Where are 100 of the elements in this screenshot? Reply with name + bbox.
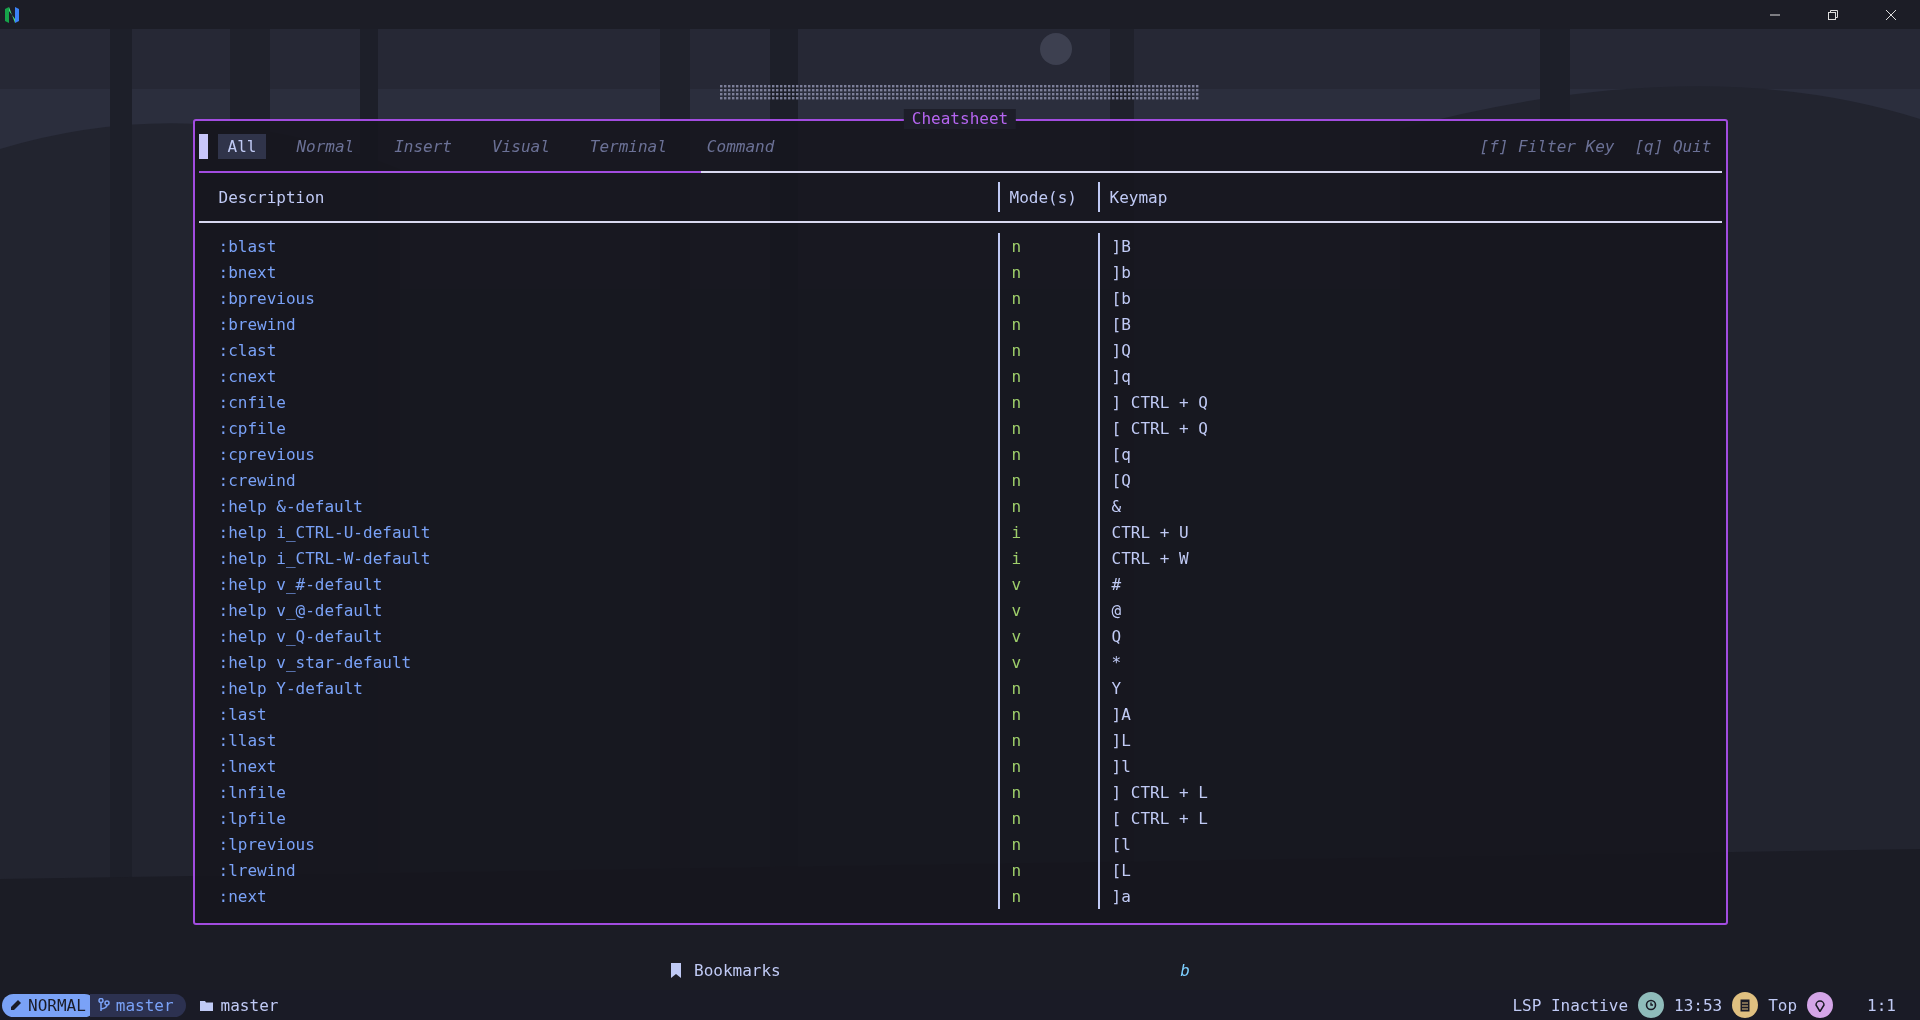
description-cell-text: :help v_star-default <box>217 651 413 674</box>
keymap-cell: [Q <box>1097 467 1722 493</box>
scroll-position: Top <box>1768 995 1798 1015</box>
keymap-cell: # <box>1097 571 1722 597</box>
mode-tab[interactable]: Insert <box>384 133 462 159</box>
description-cell-text: :cnext <box>217 365 278 388</box>
description-cell-text: :cprevious <box>217 443 316 466</box>
app-logo-icon <box>4 5 20 24</box>
git-branch-icon <box>97 998 110 1012</box>
keymap-cell: ]b <box>1097 259 1722 285</box>
description-cell-text: :help &-default <box>217 495 364 518</box>
mode-cell: n <box>997 779 1098 805</box>
description-cell-text: :brewind <box>217 313 297 336</box>
mode-tab[interactable]: Command <box>696 133 785 159</box>
description-cell-text: :lnext <box>217 755 278 778</box>
mode-cell: n <box>997 831 1098 857</box>
description-cell-text: :lrewind <box>217 859 297 882</box>
mode-cell: v <box>997 649 1098 675</box>
mode-tab[interactable]: Visual <box>482 133 560 159</box>
keymap-cell: ]l <box>1097 753 1722 779</box>
mode-tab[interactable]: Terminal <box>579 133 677 159</box>
description-cell-text: :blast <box>217 235 278 258</box>
keymap-cell: [ CTRL + Q <box>1097 415 1722 441</box>
mode-cell: n <box>997 805 1098 831</box>
key-hint: [q] Quit <box>1634 136 1712 156</box>
description-cell-text: :bprevious <box>217 287 316 310</box>
mode-cell: n <box>997 493 1098 519</box>
keymap-cell: Q <box>1097 623 1722 649</box>
mode-cell: n <box>997 727 1098 753</box>
keymap-cell: CTRL + U <box>1097 519 1722 545</box>
description-cell-text: :help i_CTRL-U-default <box>217 521 432 544</box>
git-branch: master <box>89 993 186 1017</box>
keymap-cell: ]L <box>1097 727 1722 753</box>
description-cell-text: :llast <box>217 729 278 752</box>
mode-tab[interactable]: Normal <box>286 133 365 159</box>
column-header: Description <box>217 186 326 209</box>
mode-cell: n <box>997 441 1098 467</box>
mode-cell: v <box>997 571 1098 597</box>
mode-cell: n <box>997 415 1098 441</box>
keymap-cell: [q <box>1097 441 1722 467</box>
mode-cell: n <box>997 363 1098 389</box>
mode-cell: n <box>997 233 1098 259</box>
mode-cell: n <box>997 675 1098 701</box>
mode-cell: n <box>997 883 1098 909</box>
mode-cell: n <box>997 467 1098 493</box>
keymap-cell: ]B <box>1097 233 1722 259</box>
keymap-cell: * <box>1097 649 1722 675</box>
key-hint: [f] Filter Key <box>1479 136 1615 156</box>
clock-time: 13:53 <box>1674 995 1723 1015</box>
description-cell-text: :clast <box>217 339 278 362</box>
mode-cell: i <box>997 519 1098 545</box>
mode-cell: n <box>997 337 1098 363</box>
keymap-cell: ]q <box>1097 363 1722 389</box>
keymap-cell: ]Q <box>1097 337 1722 363</box>
keymap-cell: [l <box>1097 831 1722 857</box>
keymap-cell: [L <box>1097 857 1722 883</box>
description-cell-text: :lpfile <box>217 807 287 830</box>
bookmark-icon <box>670 962 682 978</box>
description-cell-text: :cnfile <box>217 391 287 414</box>
mode-cell: v <box>997 597 1098 623</box>
mode-cell: n <box>997 701 1098 727</box>
directory-name: master <box>220 995 279 1015</box>
dashboard-item[interactable]: Bookmarks <box>694 960 781 980</box>
lsp-status: LSP Inactive <box>1512 995 1628 1015</box>
keymap-cell: @ <box>1097 597 1722 623</box>
description-cell-text: :help Y-default <box>217 677 364 700</box>
cursor <box>198 133 208 159</box>
mode-cell: v <box>997 623 1098 649</box>
keymap-cell: ]a <box>1097 883 1722 909</box>
keymap-cell: ] CTRL + Q <box>1097 389 1722 415</box>
folder-icon <box>199 999 213 1011</box>
mode-cell: i <box>997 545 1098 571</box>
description-cell-text: :help v_@-default <box>217 599 384 622</box>
description-cell-text: :help v_#-default <box>217 573 384 596</box>
keymap-cell: ] CTRL + L <box>1097 779 1722 805</box>
keymap-cell: [B <box>1097 311 1722 337</box>
mode-cell: n <box>997 285 1098 311</box>
restore-icon <box>1827 8 1839 21</box>
keymap-cell: ]A <box>1097 701 1722 727</box>
keymap-cell: & <box>1097 493 1722 519</box>
column-header: Keymap <box>1097 182 1722 212</box>
mode-cell: n <box>997 857 1098 883</box>
description-cell-text: :bnext <box>217 261 278 284</box>
mode-cell: n <box>997 389 1098 415</box>
description-cell-text: :crewind <box>217 469 297 492</box>
keymap-cell: Y <box>1097 675 1722 701</box>
description-cell-text: :next <box>217 885 268 908</box>
keymap-cell: [b <box>1097 285 1722 311</box>
keymap-cell: CTRL + W <box>1097 545 1722 571</box>
mode-tab[interactable]: All <box>217 133 267 159</box>
description-cell-text: :lnfile <box>217 781 287 804</box>
description-cell-text: :help i_CTRL-W-default <box>217 547 432 570</box>
column-header: Mode(s) <box>997 182 1098 212</box>
shortcut-key: b <box>1180 960 1190 980</box>
description-cell-text: :last <box>217 703 268 726</box>
mode-cell: n <box>997 753 1098 779</box>
mode-cell: n <box>997 311 1098 337</box>
description-cell-text: :cpfile <box>217 417 287 440</box>
popup-title: Cheatsheet <box>903 109 1017 129</box>
description-cell-text: :lprevious <box>217 833 316 856</box>
